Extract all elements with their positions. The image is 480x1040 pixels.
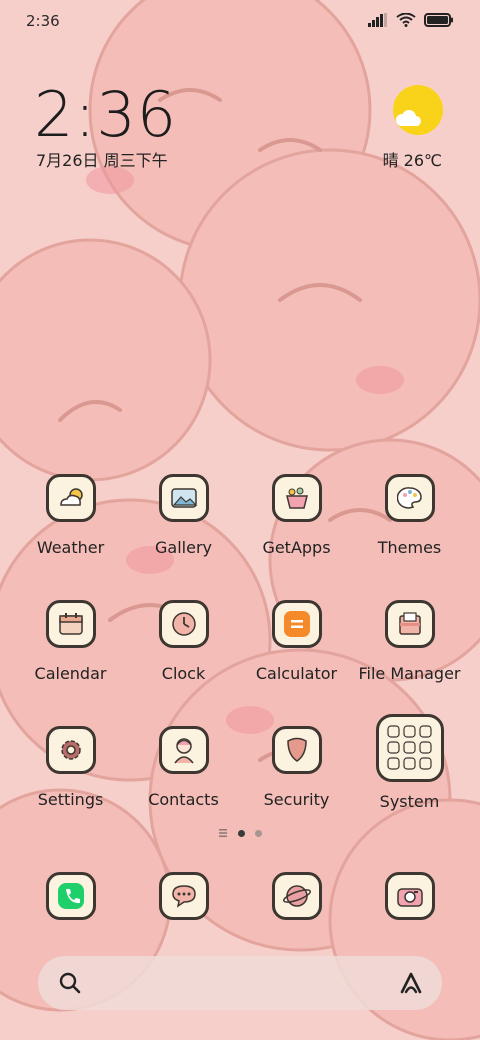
search-icon <box>59 972 81 994</box>
dock-camera[interactable] <box>353 872 466 920</box>
app-label: Settings <box>37 790 104 809</box>
page-dot <box>255 829 262 837</box>
app-label: Clock <box>161 664 206 683</box>
weather-icon <box>45 474 96 522</box>
app-weather[interactable]: Weather <box>14 474 127 557</box>
app-label: Security <box>263 790 330 809</box>
app-themes[interactable]: Themes <box>353 474 466 557</box>
status-icons <box>368 13 454 27</box>
dock-browser[interactable] <box>240 872 353 920</box>
status-time: 2:36 <box>26 12 60 30</box>
app-contacts[interactable]: Contacts <box>127 726 240 809</box>
contacts-icon <box>158 726 209 774</box>
menu-lines-icon <box>219 829 227 837</box>
app-label: Contacts <box>148 790 219 809</box>
app-settings[interactable]: Settings <box>14 726 127 809</box>
app-label: File Manager <box>358 664 461 683</box>
wifi-icon <box>396 13 416 27</box>
app-folder-system[interactable]: System <box>353 714 466 811</box>
themes-icon <box>384 474 435 522</box>
page-dot-active <box>238 829 245 837</box>
calendar-icon <box>45 600 96 648</box>
clock-widget-time[interactable]: 2:36 <box>34 78 177 151</box>
app-label: Weather <box>36 538 105 557</box>
dock-phone[interactable] <box>14 872 127 920</box>
folder-icon <box>375 714 444 782</box>
app-gallery[interactable]: Gallery <box>127 474 240 557</box>
camera-icon <box>384 872 435 920</box>
clock-icon <box>158 600 209 648</box>
sun-cloud-icon[interactable] <box>392 84 444 136</box>
app-label: GetApps <box>262 538 331 557</box>
app-getapps[interactable]: GetApps <box>240 474 353 557</box>
app-file-manager[interactable]: File Manager <box>353 600 466 683</box>
status-bar: 2:36 <box>0 0 480 40</box>
gallery-icon <box>158 474 209 522</box>
app-calculator[interactable]: Calculator <box>240 600 353 683</box>
app-security[interactable]: Security <box>240 726 353 809</box>
security-icon <box>271 726 322 774</box>
assistant-icon[interactable] <box>398 971 424 995</box>
app-label: Gallery <box>155 538 212 557</box>
page-indicator[interactable] <box>0 828 480 838</box>
battery-icon <box>424 13 453 27</box>
browser-icon <box>271 872 322 920</box>
app-label: System <box>379 792 440 811</box>
signal-icon <box>368 13 387 27</box>
app-label: Calculator <box>255 664 338 683</box>
app-calendar[interactable]: Calendar <box>14 600 127 683</box>
app-clock[interactable]: Clock <box>127 600 240 683</box>
clock-widget-date: 7月26日 周三下午 <box>36 151 168 170</box>
weather-widget-text: 晴 26℃ <box>382 151 442 170</box>
file-manager-icon <box>384 600 435 648</box>
messages-icon <box>158 872 209 920</box>
search-bar[interactable] <box>38 956 442 1010</box>
app-label: Themes <box>377 538 442 557</box>
settings-icon <box>45 726 96 774</box>
getapps-icon <box>271 474 322 522</box>
calculator-icon <box>271 600 322 648</box>
phone-icon <box>45 872 96 920</box>
app-label: Calendar <box>34 664 107 683</box>
dock-messages[interactable] <box>127 872 240 920</box>
